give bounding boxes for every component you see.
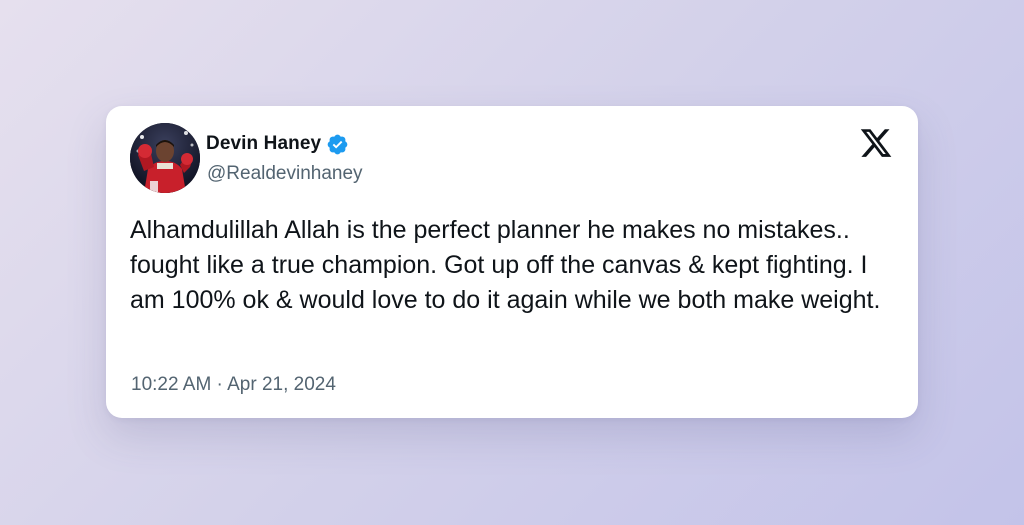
- x-logo-icon[interactable]: [859, 126, 893, 160]
- tweet-body-text: Alhamdulillah Allah is the perfect plann…: [130, 216, 881, 314]
- author-display-name[interactable]: Devin Haney: [206, 133, 321, 155]
- tweet-card: Devin Haney @Realdevinhaney Alhamdulilla…: [106, 106, 918, 418]
- avatar[interactable]: [130, 123, 200, 193]
- author-handle[interactable]: @Realdevinhaney: [207, 163, 363, 185]
- tweet-timestamp[interactable]: 10:22 AM · Apr 21, 2024: [131, 374, 336, 396]
- boxer-avatar-icon: [130, 123, 200, 193]
- author-name-row: Devin Haney: [206, 131, 349, 157]
- verified-badge-icon: [326, 133, 349, 156]
